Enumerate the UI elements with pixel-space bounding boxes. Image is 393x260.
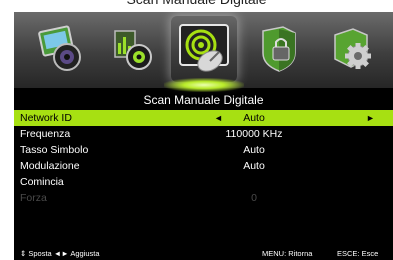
row-value: Auto [243,160,265,172]
menu-icon-bar [14,12,393,88]
row-label: Frequenza [20,128,71,140]
row-tasso-simbolo[interactable]: Tasso Simbolo Auto [14,142,393,158]
row-label: Tasso Simbolo [20,144,89,156]
lock-menu-button[interactable] [250,20,308,78]
row-network-id[interactable]: Network ID ◄ Auto ► [14,110,393,126]
menu-return-hint: MENU: Ritorna [262,249,313,258]
footer-hints: ⇕ Sposta ◄► Aggiusta MENU: Ritorna ESCE:… [14,248,393,260]
selected-menu-glow [164,78,244,92]
caption-text: Scan Manuale Digitale [0,0,393,7]
row-value: Auto [243,112,265,124]
sound-icon [114,30,152,70]
navigate-hint: ⇕ Sposta ◄► Aggiusta [20,249,100,258]
channel-menu-button[interactable] [171,16,237,82]
row-label: Comincia [20,176,64,188]
row-value: 0 [251,192,257,204]
arrow-right-icon[interactable]: ► [366,110,375,126]
exit-hint: ESCE: Esce [337,249,379,258]
row-value: Auto [243,144,265,156]
row-label: Network ID [20,112,72,124]
page-title: Scan Manuale Digitale [143,93,264,107]
row-value: 110000 KHz [225,128,283,140]
tv-osd-screen: Scan Manuale Digitale Network ID ◄ Auto … [14,12,393,260]
channel-icon [179,24,229,72]
row-label: Modulazione [20,160,80,172]
row-comincia[interactable]: Comincia [14,174,393,190]
row-forza: Forza 0 [14,190,393,206]
setup-menu-button[interactable] [324,20,382,78]
setup-icon [334,28,371,69]
sound-menu-button[interactable] [104,20,162,78]
picture-icon [38,25,81,71]
picture-menu-button[interactable] [32,20,90,78]
lock-icon [262,26,296,72]
row-modulazione[interactable]: Modulazione Auto [14,158,393,174]
row-frequenza[interactable]: Frequenza 110000 KHz [14,126,393,142]
row-label: Forza [20,192,47,204]
